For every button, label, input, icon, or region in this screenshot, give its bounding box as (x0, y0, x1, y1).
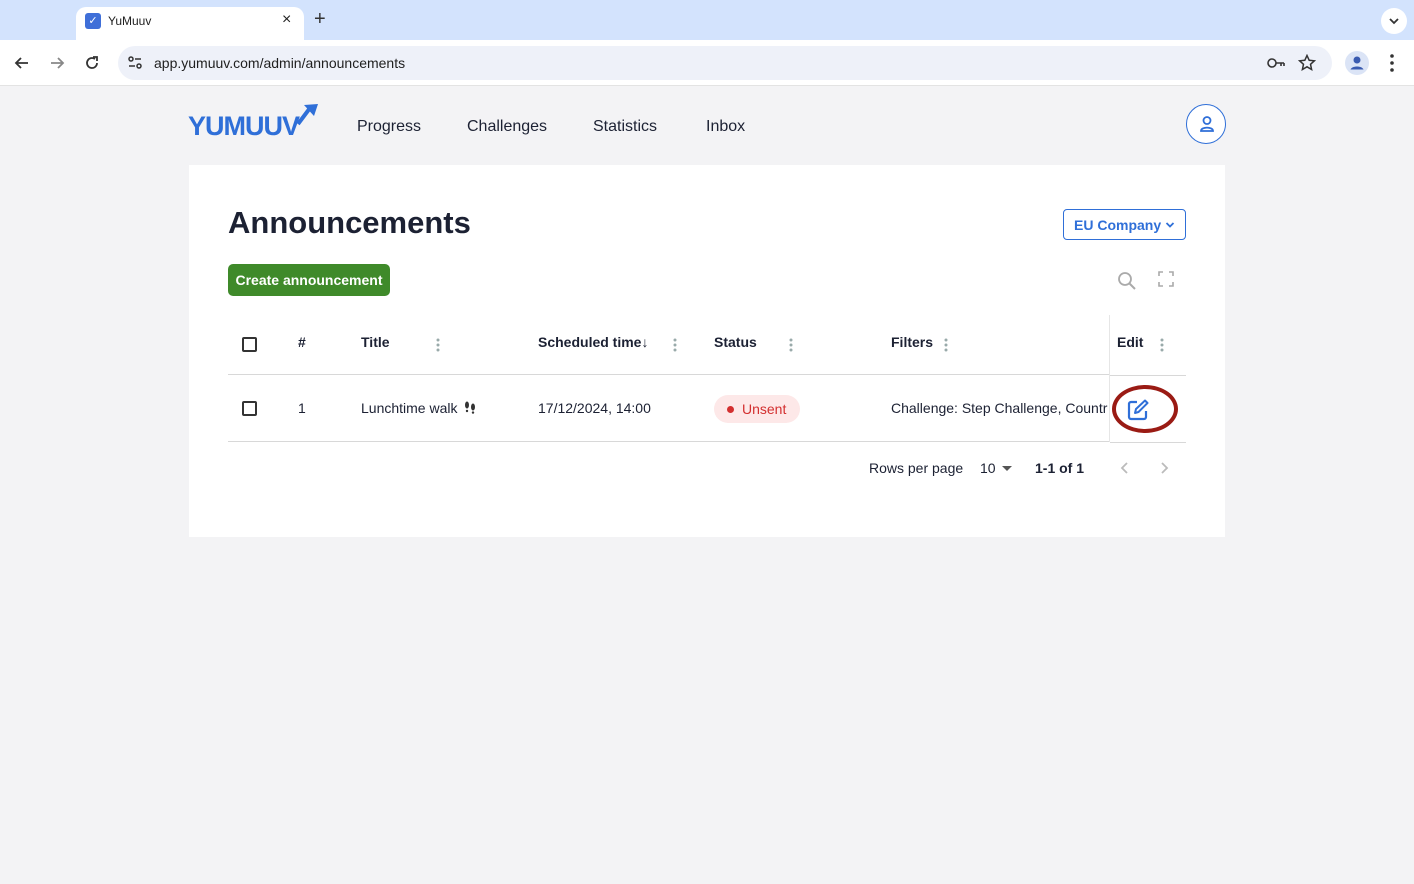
url-text: app.yumuuv.com/admin/announcements (154, 55, 406, 71)
logo-text: YUMUUV (188, 111, 300, 138)
column-menu-icon[interactable] (672, 337, 678, 353)
announcements-card: Announcements EU Company Create announce… (189, 165, 1225, 537)
row-scheduled-time: 17/12/2024, 14:00 (538, 400, 651, 416)
column-menu-icon[interactable] (943, 337, 949, 353)
page-range: 1-1 of 1 (1035, 460, 1085, 476)
browser-toolbar: app.yumuuv.com/admin/announcements (0, 40, 1414, 86)
nav-challenges[interactable]: Challenges (467, 118, 547, 136)
status-text: Unsent (742, 401, 787, 417)
password-key-icon[interactable] (1266, 54, 1286, 72)
address-bar[interactable]: app.yumuuv.com/admin/announcements (118, 46, 1332, 80)
company-selector-label: EU Company (1074, 217, 1162, 233)
status-dot-icon (727, 406, 734, 413)
reload-icon[interactable] (82, 53, 102, 73)
tab-search-button[interactable] (1381, 8, 1407, 34)
forward-icon[interactable] (47, 53, 67, 73)
nav-statistics[interactable]: Statistics (593, 118, 657, 136)
yumuuv-logo[interactable]: YUMUUV (188, 104, 320, 143)
previous-page-icon[interactable] (1119, 460, 1131, 476)
select-all-checkbox[interactable] (242, 337, 257, 352)
company-selector[interactable]: EU Company (1063, 209, 1186, 240)
edit-column-rule (1110, 375, 1186, 376)
back-icon[interactable] (12, 53, 32, 73)
footprints-icon (465, 401, 476, 414)
browser-menu-icon[interactable] (1386, 53, 1398, 73)
user-menu-button[interactable] (1186, 104, 1226, 144)
browser-tab-bar: ✓ YuMuuv × + (0, 0, 1414, 40)
status-badge: Unsent (714, 395, 800, 423)
row-filters: Challenge: Step Challenge, Countr (891, 400, 1108, 416)
search-icon[interactable] (1117, 271, 1137, 291)
caret-down-icon[interactable] (1002, 466, 1012, 472)
sort-arrow-icon: ↓ (641, 334, 649, 350)
rows-per-page-label: Rows per page (869, 460, 964, 476)
create-announcement-button[interactable]: Create announcement (228, 264, 390, 296)
row-number: 1 (298, 400, 306, 416)
column-header-title[interactable]: Title (361, 334, 390, 350)
column-header-number[interactable]: # (298, 334, 306, 350)
edit-column-rule (1110, 442, 1186, 443)
scheduled-time-label: Scheduled time (538, 334, 642, 350)
row-checkbox[interactable] (242, 401, 257, 416)
close-tab-icon[interactable]: × (282, 11, 291, 29)
row-title-text: Lunchtime walk (361, 400, 458, 416)
column-header-filters[interactable]: Filters (891, 334, 933, 350)
column-header-status[interactable]: Status (714, 334, 757, 350)
pagination: Rows per page 10 1-1 of 1 (228, 460, 1186, 484)
column-header-edit[interactable]: Edit (1117, 334, 1143, 350)
table-row[interactable]: 1 Lunchtime walk 17/12/2024, 14:00 Unsen… (228, 375, 1186, 442)
column-menu-icon[interactable] (435, 337, 441, 353)
new-tab-icon[interactable]: + (314, 8, 326, 30)
nav-inbox[interactable]: Inbox (706, 118, 745, 136)
rows-per-page-select[interactable]: 10 (980, 460, 996, 476)
table-header: # Title Scheduled time↓ Status Filters (228, 315, 1186, 375)
row-title: Lunchtime walk (361, 400, 477, 416)
nav-progress[interactable]: Progress (357, 118, 421, 136)
browser-tab[interactable]: ✓ YuMuuv × (76, 7, 304, 40)
column-header-scheduled-time[interactable]: Scheduled time↓ (538, 334, 648, 350)
chevron-down-icon (1165, 222, 1175, 228)
site-settings-icon[interactable] (126, 54, 144, 72)
column-menu-icon[interactable] (788, 337, 794, 353)
bookmark-star-icon[interactable] (1298, 54, 1316, 72)
profile-icon[interactable] (1345, 51, 1369, 75)
page-title: Announcements (228, 205, 471, 240)
highlight-annotation-ring (1112, 385, 1178, 433)
column-menu-icon[interactable] (1159, 337, 1165, 353)
tab-title: YuMuuv (108, 14, 152, 28)
favicon-icon: ✓ (85, 13, 101, 29)
fullscreen-icon[interactable] (1158, 271, 1174, 287)
chevron-down-icon (1389, 18, 1399, 25)
next-page-icon[interactable] (1158, 460, 1170, 476)
user-icon (1200, 116, 1214, 132)
